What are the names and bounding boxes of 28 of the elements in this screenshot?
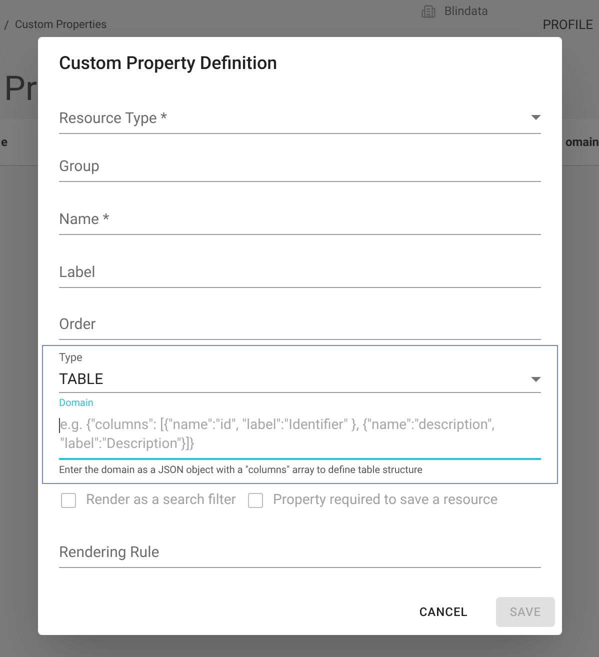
select-field[interactable]: Type TABLE	[59, 351, 541, 393]
input-field[interactable]: Label	[59, 261, 541, 288]
checkbox[interactable]	[61, 493, 76, 508]
dropdown-caret-icon	[531, 376, 541, 382]
field-label: Type	[59, 351, 84, 365]
column-header: e	[1, 134, 8, 151]
select-field[interactable]: Resource Type *	[59, 107, 541, 134]
select-value: TABLE	[59, 369, 104, 389]
breadcrumb-separator: /	[4, 17, 9, 34]
input-field[interactable]: Group	[59, 155, 541, 182]
helper-text: Enter the domain as a JSON object with a "columns" array to define table structure	[59, 464, 424, 477]
brand-name: Blindata	[444, 3, 488, 20]
profile-link[interactable]: PROFILE	[542, 16, 593, 36]
text-cursor	[59, 418, 60, 433]
field-label: Domain	[59, 397, 94, 411]
checkbox[interactable]	[248, 493, 264, 508]
breadcrumb-link[interactable]: Custom Properties	[14, 16, 107, 34]
column-header: omain	[566, 134, 599, 151]
page-title: Pr	[3, 69, 38, 109]
building-icon	[421, 4, 436, 18]
input-field[interactable]: Order	[59, 313, 541, 340]
input-field[interactable]: Rendering Rule	[59, 541, 541, 568]
checkbox-label: Render as a search filter	[86, 491, 236, 510]
input-field[interactable]: Name *	[59, 208, 541, 235]
placeholder-text: e.g. {"columns": [{"name":"id", "label":"Identifier" }, {"name":"description", "label":"Description"}]}	[60, 416, 496, 454]
cancel-button[interactable]: CANCEL	[405, 597, 482, 627]
checkbox-label: Property required to save a resource	[273, 491, 498, 510]
dialog-title: Custom Property Definition	[59, 52, 278, 76]
